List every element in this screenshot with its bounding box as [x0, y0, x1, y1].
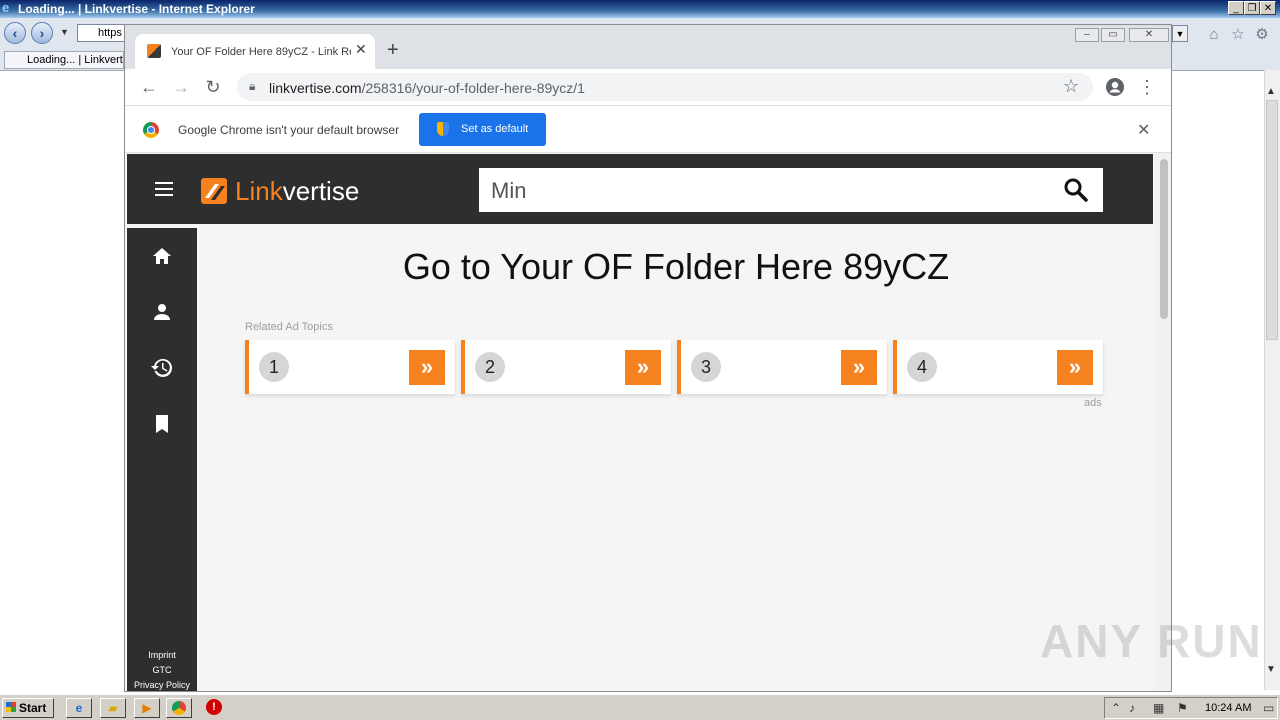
ad-topic-number: 4 [907, 352, 937, 382]
set-as-default-label: Set as default [461, 123, 529, 135]
windows-taskbar: Start e ▰ ▶ ! ⌃ ♪ ▦ ⚑ 10:24 AM ▭ [0, 694, 1280, 720]
chrome-tab-title: Your OF Folder Here 89yCZ - Link Re [171, 46, 351, 58]
chrome-minimize-button[interactable]: – [1075, 28, 1099, 42]
chrome-taskbar-icon[interactable] [166, 698, 192, 718]
chrome-logo-center [147, 126, 155, 134]
new-tab-icon[interactable]: + [387, 39, 399, 62]
default-browser-infobar: Google Chrome isn't your default browser… [125, 105, 1171, 153]
search-input[interactable]: Min [491, 178, 526, 204]
infobar-close-icon[interactable]: ✕ [1137, 120, 1150, 140]
ie-minimize-button[interactable]: _ [1228, 1, 1244, 15]
omnibox[interactable]: 🔒︎ linkvertise.com/258316/your-of-folder… [237, 73, 1093, 101]
stop-icon[interactable]: ! [206, 699, 222, 715]
history-icon[interactable] [150, 356, 174, 380]
media-player-icon[interactable]: ▶ [134, 698, 160, 718]
tray-expand-icon[interactable]: ⌃ [1111, 701, 1121, 715]
ie-scroll-down-icon[interactable]: ▼ [1266, 664, 1276, 675]
ad-topic-number: 2 [475, 352, 505, 382]
imprint-link[interactable]: Imprint [127, 650, 197, 660]
uac-shield-icon [437, 122, 449, 136]
volume-icon[interactable]: ♪ [1129, 701, 1135, 715]
linkvertise-favicon-icon [147, 44, 161, 58]
ie-taskbar-icon[interactable]: e [66, 698, 92, 718]
ad-topic-card[interactable]: 2 » [461, 340, 671, 394]
ad-topic-card[interactable]: 3 » [677, 340, 887, 394]
ie-scroll-thumb[interactable] [1266, 100, 1278, 340]
lock-icon[interactable]: 🔒︎ [249, 79, 255, 94]
ad-topic-card[interactable]: 1 » [245, 340, 455, 394]
forward-arrow-icon[interactable]: → [171, 77, 191, 97]
page-scroll-thumb[interactable] [1160, 159, 1168, 319]
windows-flag-icon [6, 702, 16, 712]
ie-window-title: Loading... | Linkvertise - Internet Expl… [18, 2, 255, 16]
start-button[interactable]: Start [2, 698, 54, 718]
ie-address-bar[interactable]: https [77, 24, 127, 42]
chrome-close-button[interactable]: ✕ [1129, 28, 1169, 42]
hamburger-menu-icon[interactable] [155, 182, 173, 196]
double-chevron-right-icon[interactable]: » [625, 350, 661, 385]
url-text[interactable]: linkvertise.com/258316/your-of-folder-he… [269, 80, 585, 96]
search-box[interactable]: Min [479, 168, 1103, 212]
ie-scroll-up-icon[interactable]: ▲ [1266, 86, 1276, 97]
ie-favorites-icon[interactable]: ☆ [1229, 26, 1247, 44]
privacy-policy-link[interactable]: Privacy Policy [127, 680, 197, 690]
logo-accent: Link [235, 176, 283, 206]
tab-close-icon[interactable]: ✕ [355, 41, 367, 58]
url-path: /258316/your-of-folder-here-89ycz/1 [361, 80, 585, 96]
ie-back-icon[interactable]: ‹ [4, 22, 26, 44]
ie-home-icon[interactable]: ⌂ [1205, 26, 1223, 44]
page-scrollbar[interactable] [1155, 153, 1171, 691]
explorer-folder-icon[interactable]: ▰ [100, 698, 126, 718]
page-title: Go to Your OF Folder Here 89yCZ [402, 246, 950, 287]
ie-close-button[interactable]: ✕ [1260, 1, 1276, 15]
show-desktop-icon[interactable]: ▭ [1263, 701, 1274, 715]
network-icon[interactable]: ▦ [1153, 701, 1164, 715]
user-icon[interactable] [150, 300, 174, 324]
profile-avatar-icon[interactable] [1105, 77, 1125, 97]
linkvertise-logo-icon[interactable] [199, 176, 229, 206]
ie-forward-icon[interactable]: › [31, 22, 53, 44]
search-icon[interactable] [1063, 177, 1089, 203]
ad-topic-card[interactable]: 4 » [893, 340, 1103, 394]
chrome-tab-active[interactable]: Your OF Folder Here 89yCZ - Link Re ✕ [135, 34, 375, 69]
ads-label: ads [1084, 397, 1102, 409]
anyrun-watermark: ANY RUN [1040, 615, 1263, 667]
set-as-default-button[interactable]: Set as default [419, 113, 546, 146]
ie-tab[interactable]: Loading... | Linkvert [4, 51, 124, 69]
ad-topic-number: 3 [691, 352, 721, 382]
home-icon[interactable] [150, 244, 174, 268]
gtc-link[interactable]: GTC [127, 665, 197, 675]
ie-logo-icon: e [2, 0, 10, 15]
ie-tools-gear-icon[interactable]: ⚙ [1253, 26, 1271, 44]
ie-history-dropdown-icon[interactable]: ▼ [60, 27, 69, 37]
back-arrow-icon[interactable]: ← [139, 77, 159, 97]
linkvertise-header: Linkvertise Min [127, 154, 1153, 224]
ie-address-dropdown-icon[interactable]: ▼ [1172, 25, 1188, 42]
ad-topic-number: 1 [259, 352, 289, 382]
chrome-window: – ▭ ✕ Your OF Folder Here 89yCZ - Link R… [124, 24, 1172, 692]
start-label: Start [19, 701, 47, 715]
logo-rest: vertise [282, 176, 360, 206]
reload-icon[interactable]: ↻ [203, 77, 223, 97]
chrome-menu-icon[interactable]: ⋮ [1137, 77, 1157, 97]
linkvertise-sidebar: Imprint GTC Privacy Policy [127, 228, 197, 691]
linkvertise-main: Go to Your OF Folder Here 89yCZ Related … [197, 224, 1155, 691]
bookmark-star-icon[interactable]: ☆ [1063, 76, 1079, 97]
double-chevron-right-icon[interactable]: » [409, 350, 445, 385]
system-tray: ⌃ ♪ ▦ ⚑ 10:24 AM ▭ [1104, 697, 1278, 719]
bookmark-icon[interactable] [150, 412, 174, 436]
linkvertise-logo-text[interactable]: Linkvertise [235, 176, 359, 207]
infobar-message: Google Chrome isn't your default browser [178, 123, 400, 137]
related-ad-topics-label: Related Ad Topics [245, 321, 333, 333]
chrome-maximize-button[interactable]: ▭ [1101, 28, 1125, 42]
action-center-flag-icon[interactable]: ⚑ [1177, 701, 1188, 715]
page-viewport: Linkvertise Min Imprint GTC Privacy Poli… [125, 153, 1155, 691]
ie-restore-button[interactable]: ❐ [1244, 1, 1260, 15]
double-chevron-right-icon[interactable]: » [841, 350, 877, 385]
chrome-toolbar: ← → ↻ 🔒︎ linkvertise.com/258316/your-of-… [125, 69, 1171, 105]
taskbar-clock[interactable]: 10:24 AM [1205, 702, 1251, 714]
double-chevron-right-icon[interactable]: » [1057, 350, 1093, 385]
url-domain: linkvertise.com [269, 80, 362, 96]
